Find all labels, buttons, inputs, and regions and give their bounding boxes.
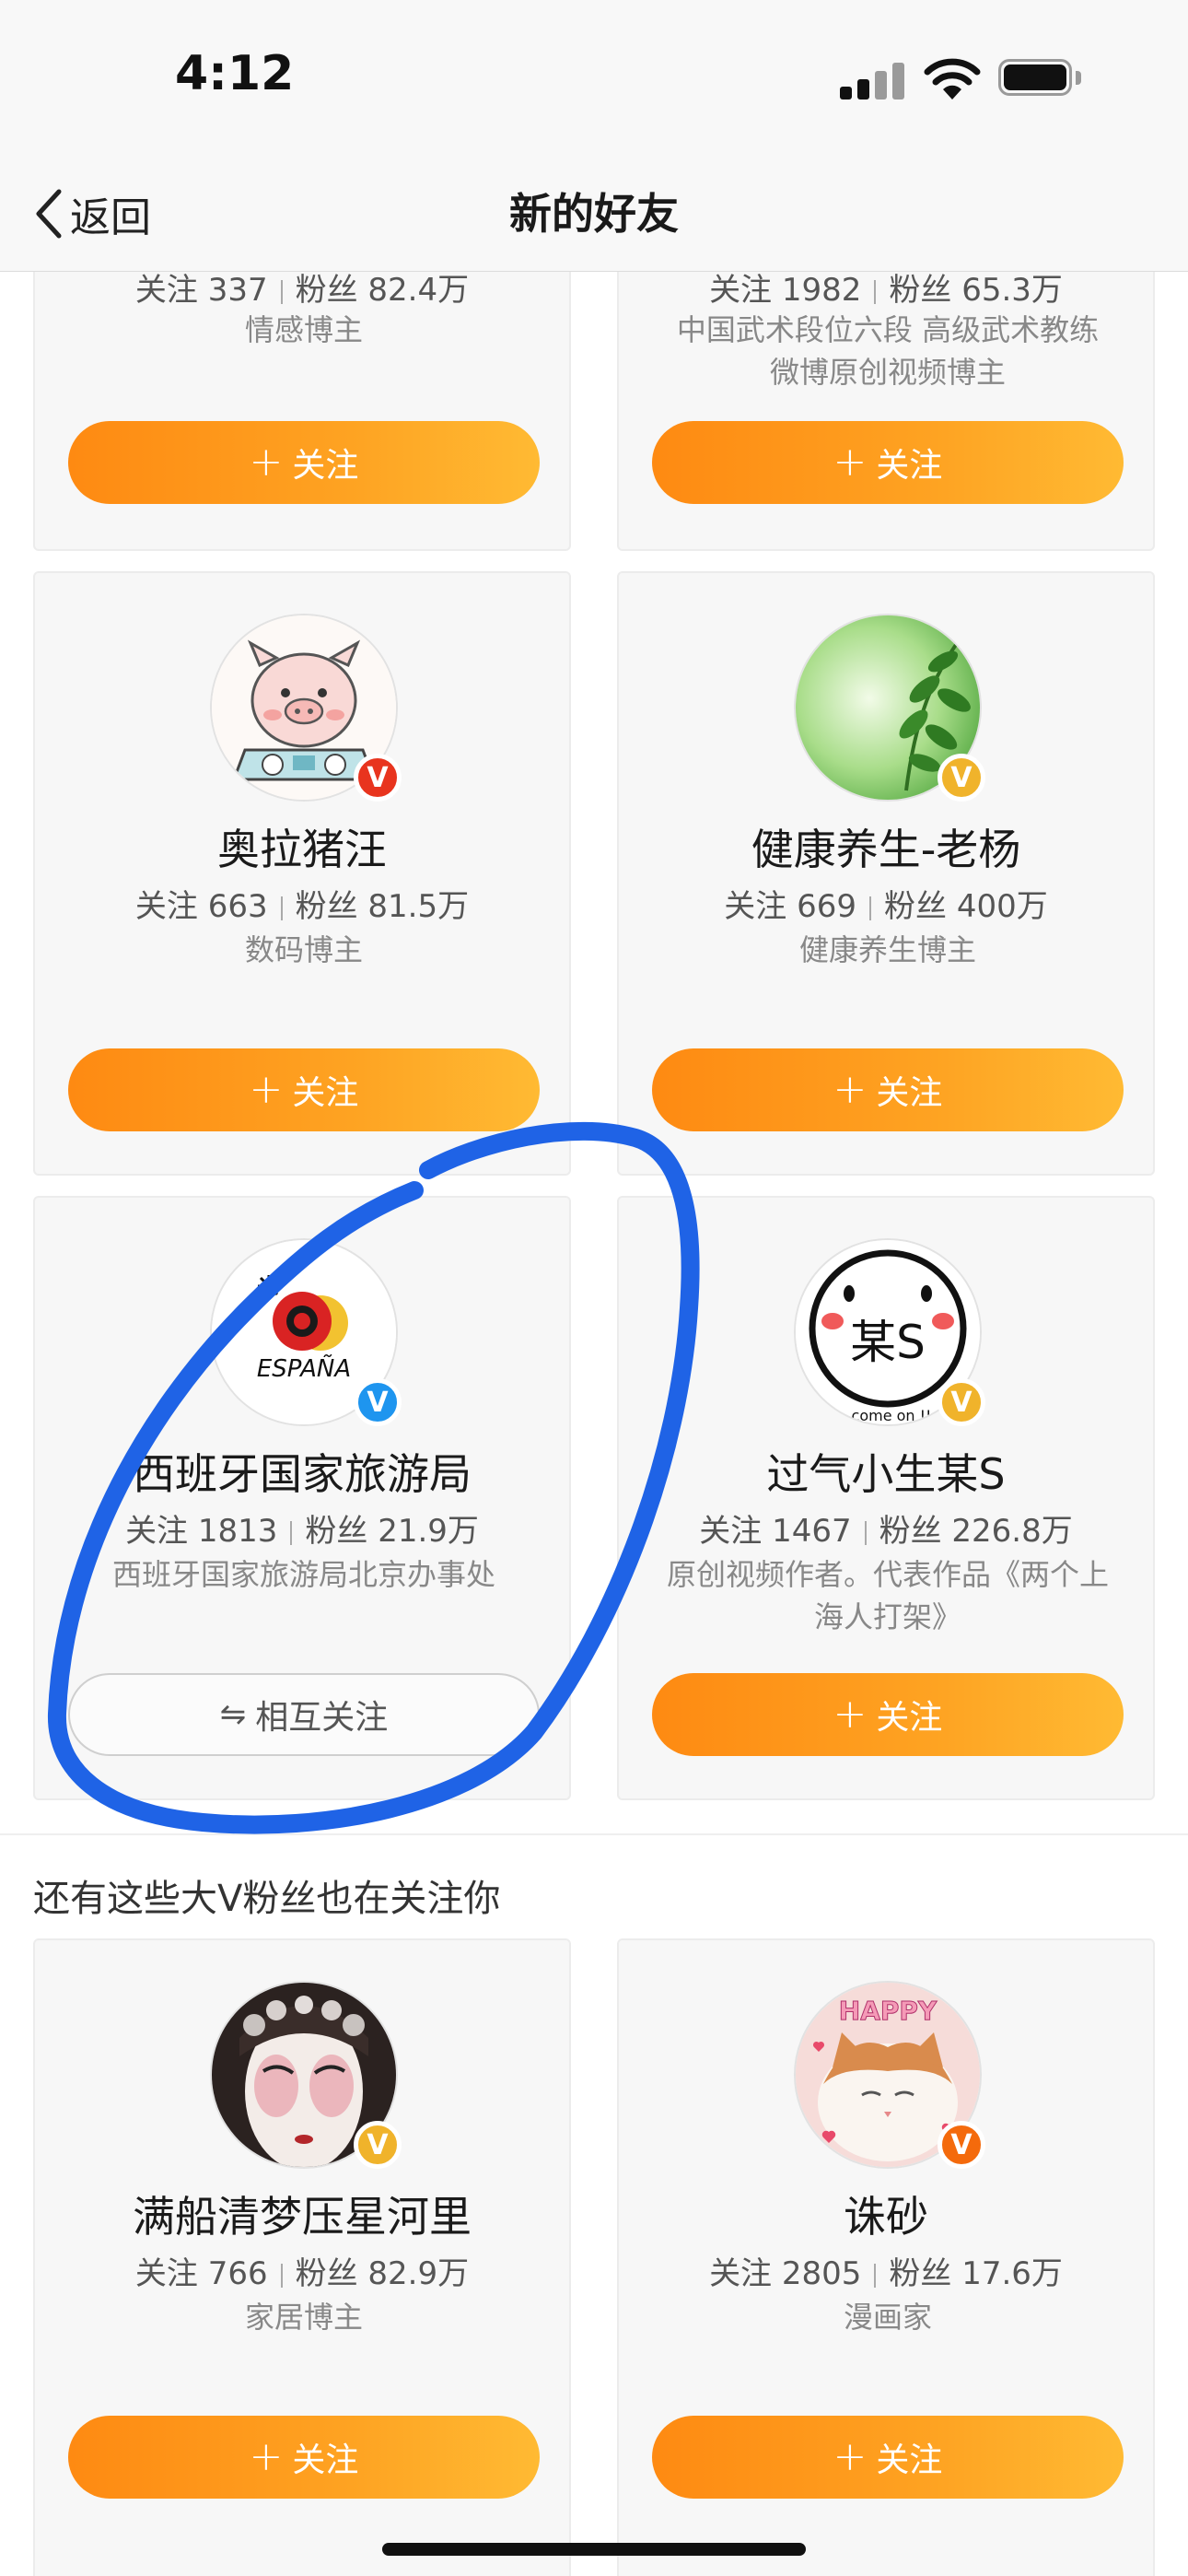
nav-bar: 返回 新的好友 (0, 157, 1188, 272)
verified-v-icon: V (938, 754, 985, 802)
plus-icon: + (249, 1066, 284, 1113)
verified-v-icon: V (938, 2121, 985, 2169)
follow-button[interactable]: + 关注 (652, 421, 1124, 504)
home-indicator (382, 2543, 806, 2556)
user-card[interactable]: V 奥拉猪汪 关注 663 粉丝 81.5万 数码博主 + 关注 (33, 571, 571, 1176)
user-stats: 关注 2805 粉丝 17.6万 (709, 2255, 1063, 2292)
user-stats: 关注 1982 粉丝 65.3万 (709, 272, 1063, 309)
avatar-lettering: HAPPY (839, 1996, 938, 2026)
user-name[interactable]: 奥拉猪汪 (35, 816, 569, 877)
user-desc: 西班牙国家旅游局北京办事处 (111, 1557, 495, 1592)
user-name[interactable]: 满船清梦压星河里 (35, 2184, 569, 2244)
verified-v-icon: V (354, 1378, 402, 1426)
user-desc: 健康养生博主 (798, 932, 976, 967)
plus-icon: + (249, 439, 284, 486)
user-stats: 关注 1813 粉丝 21.9万 (125, 1513, 479, 1550)
section-header: 还有这些大V粉丝也在关注你 (33, 1878, 501, 1920)
verified-v-icon: V (354, 754, 402, 802)
plus-icon: + (833, 1066, 868, 1113)
chevron-left-icon (36, 189, 62, 239)
follow-button[interactable]: + 关注 (68, 1048, 540, 1131)
follow-button[interactable]: + 关注 (652, 1048, 1124, 1131)
back-button[interactable]: 返回 (31, 181, 151, 247)
user-card[interactable]: V 健康养生-老杨 关注 669 粉丝 400万 健康养生博主 + 关注 (617, 571, 1155, 1176)
follow-button[interactable]: + 关注 (68, 2416, 540, 2499)
follow-button[interactable]: + 关注 (652, 1673, 1124, 1756)
new-friends-section: 关注 337 粉丝 82.4万 情感博主 + 关注 关注 1982 粉丝 65.3万 … (0, 272, 1188, 1833)
back-label: 返回 (70, 194, 151, 241)
verified-v-icon: V (938, 1378, 985, 1426)
user-stats: 关注 766 粉丝 82.9万 (134, 2255, 470, 2292)
user-desc: 漫画家 (843, 2300, 932, 2335)
big-v-fans-section: 还有这些大V粉丝也在关注你 V 满船清梦压星河里 关注 766 粉丝 82.9万… (0, 1835, 1188, 2576)
page-title: 新的好友 (509, 189, 679, 239)
mutual-arrows-icon: ⇋ (219, 1696, 247, 1733)
user-card[interactable]: 关注 337 粉丝 82.4万 情感博主 + 关注 (33, 272, 571, 551)
user-card[interactable]: 某S come on !! V 过气小生某S 关注 1467 粉丝 226.8万 … (617, 1196, 1155, 1800)
avatar-lettering: ESPAÑA (257, 1353, 351, 1383)
user-desc: 家居博主 (244, 2300, 363, 2335)
avatar-lettering: 某S (850, 1316, 926, 1369)
follow-button[interactable]: + 关注 (652, 2416, 1124, 2499)
user-desc: 中国武术段位六段 高级武术教练 微博原创视频博主 (676, 312, 1100, 390)
status-time: 4:12 (175, 46, 295, 101)
status-bar: 4:12 (0, 0, 1188, 157)
plus-icon: + (833, 1691, 868, 1738)
user-name[interactable]: 健康养生-老杨 (619, 816, 1153, 877)
user-desc: 原创视频作者。代表作品《两个上海人打架》 (666, 1557, 1109, 1634)
user-card[interactable]: HAPPY V 诛砂 关注 2805 粉丝 17.6万 漫画家 + 关注 (617, 1938, 1155, 2576)
user-name[interactable]: 西班牙国家旅游局 (35, 1441, 569, 1502)
follow-button[interactable]: + 关注 (68, 421, 540, 504)
battery-icon (998, 59, 1081, 98)
user-card[interactable]: 关注 1982 粉丝 65.3万 中国武术段位六段 高级武术教练 微博原创视频博主… (617, 272, 1155, 551)
user-name[interactable]: 诛砂 (619, 2184, 1153, 2244)
content-scroll[interactable]: 关注 337 粉丝 82.4万 情感博主 + 关注 关注 1982 粉丝 65.3万 … (0, 272, 1188, 2576)
user-name[interactable]: 过气小生某S (619, 1441, 1153, 1502)
plus-icon: + (249, 2433, 284, 2480)
user-card[interactable]: ESPAÑA V 西班牙国家旅游局 关注 1813 粉丝 21.9万 西班牙国家旅… (33, 1196, 571, 1800)
mutual-follow-button[interactable]: ⇋ 相互关注 (68, 1673, 540, 1756)
avatar-caption: come on !! (852, 1407, 932, 1424)
user-stats: 关注 337 粉丝 82.4万 (134, 272, 470, 309)
cellular-signal-icon (840, 59, 904, 100)
user-stats: 关注 1467 粉丝 226.8万 (699, 1513, 1073, 1550)
plus-icon: + (833, 439, 868, 486)
user-stats: 关注 669 粉丝 400万 (724, 888, 1048, 925)
user-card[interactable]: V 满船清梦压星河里 关注 766 粉丝 82.9万 家居博主 + 关注 (33, 1938, 571, 2576)
user-desc: 情感博主 (244, 312, 363, 347)
verified-v-icon: V (354, 2121, 402, 2169)
plus-icon: + (833, 2433, 868, 2480)
user-stats: 关注 663 粉丝 81.5万 (134, 888, 470, 925)
user-desc: 数码博主 (244, 932, 363, 967)
wifi-icon (923, 57, 982, 101)
